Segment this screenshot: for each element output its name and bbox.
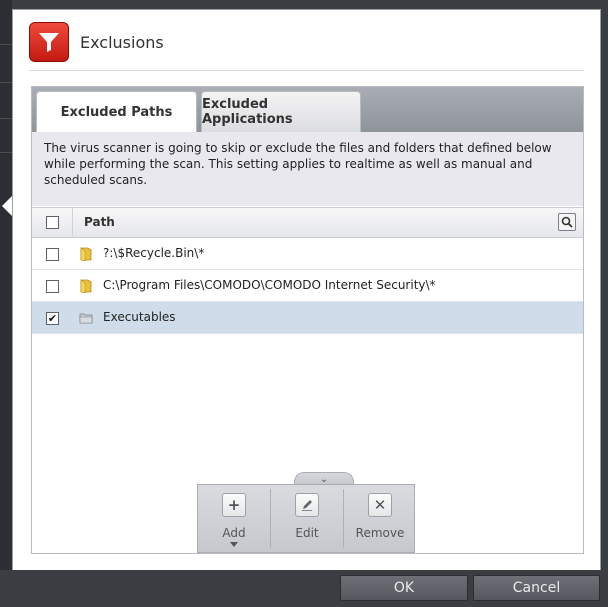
table-row[interactable]: C:\Program Files\COMODO\COMODO Internet … xyxy=(32,270,583,302)
row-checkbox[interactable] xyxy=(46,248,59,261)
search-icon xyxy=(561,216,573,228)
row-checkbox[interactable] xyxy=(46,280,59,293)
dialog-footer: OK Cancel xyxy=(0,570,608,607)
row-path: C:\Program Files\COMODO\COMODO Internet … xyxy=(103,278,436,292)
tab-bar: Excluded Paths Excluded Applications xyxy=(32,87,583,132)
path-column-header[interactable]: Path xyxy=(84,215,115,229)
action-toolbar: + Add Edit ✕ Remove xyxy=(197,484,415,553)
yellow-folder-icon xyxy=(80,279,92,293)
table-row[interactable]: ✔ Executables xyxy=(32,302,583,334)
exclusions-dialog: Exclusions Excluded Paths Excluded Appli… xyxy=(12,9,601,572)
pencil-icon xyxy=(295,493,319,517)
title-divider xyxy=(29,70,584,71)
tab-excluded-paths[interactable]: Excluded Paths xyxy=(36,91,197,132)
table-header: Path xyxy=(32,207,583,238)
plus-icon: + xyxy=(222,493,246,517)
background-panel xyxy=(0,0,12,607)
edit-label: Edit xyxy=(295,526,319,540)
table-row[interactable]: ?:\$Recycle.Bin\* xyxy=(32,238,583,270)
add-label: Add xyxy=(222,526,246,540)
pointer-notch xyxy=(2,196,12,216)
row-checkbox[interactable]: ✔ xyxy=(46,312,59,325)
ok-button[interactable]: OK xyxy=(340,575,468,601)
search-button[interactable] xyxy=(558,213,576,231)
exclusions-panel: Excluded Paths Excluded Applications The… xyxy=(31,86,584,554)
close-icon: ✕ xyxy=(368,493,392,517)
remove-button[interactable]: ✕ Remove xyxy=(344,485,416,553)
tab-excluded-applications[interactable]: Excluded Applications xyxy=(201,91,361,132)
add-button[interactable]: + Add xyxy=(198,485,270,553)
column-divider xyxy=(72,208,73,237)
cancel-button[interactable]: Cancel xyxy=(473,575,600,601)
caret-down-icon[interactable] xyxy=(230,542,238,547)
background-divider xyxy=(0,82,12,83)
background-divider xyxy=(0,152,12,153)
edit-button[interactable]: Edit xyxy=(271,485,343,553)
yellow-folder-icon xyxy=(80,247,92,261)
background-divider xyxy=(0,118,12,119)
row-path: Executables xyxy=(103,310,176,324)
background-divider xyxy=(0,44,12,45)
remove-label: Remove xyxy=(355,526,405,540)
select-all-checkbox[interactable] xyxy=(46,216,59,229)
funnel-icon xyxy=(29,22,69,62)
gray-folder-icon xyxy=(79,313,93,324)
row-path: ?:\$Recycle.Bin\* xyxy=(103,246,205,260)
dialog-title: Exclusions xyxy=(80,33,164,52)
description-text: The virus scanner is going to skip or ex… xyxy=(32,132,583,206)
